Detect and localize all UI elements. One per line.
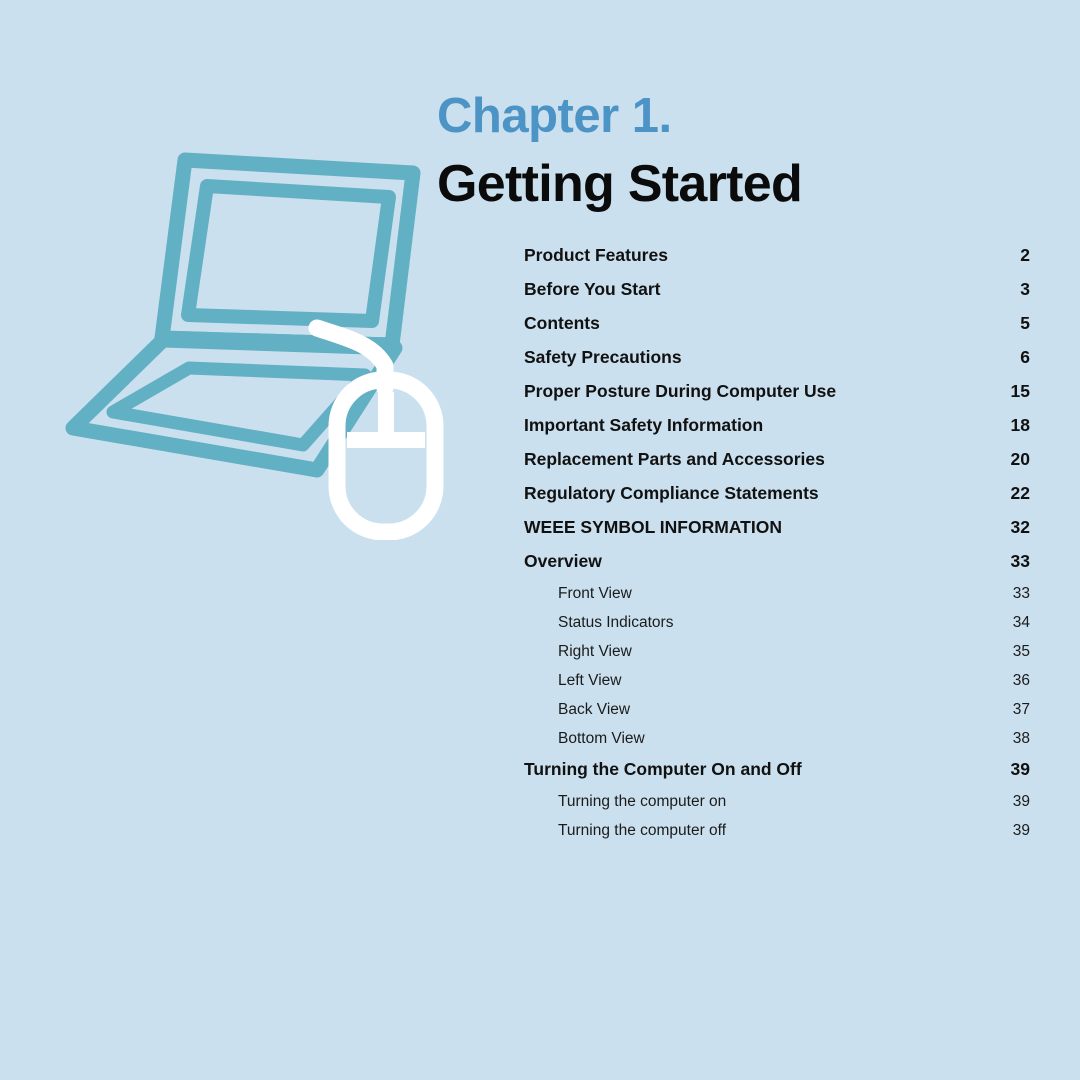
- toc-entry-page-number: 18: [1010, 415, 1030, 435]
- toc-entry-page-number: 36: [1012, 672, 1030, 689]
- toc-entry-label: Regulatory Compliance Statements: [524, 483, 819, 503]
- toc-entry-page-number: 15: [1010, 381, 1030, 401]
- toc-entry-page-number: 38: [1012, 730, 1030, 747]
- toc-entry[interactable]: Turning the Computer On and Off 39: [524, 759, 1030, 793]
- toc-entry-page-number: 39: [1010, 759, 1030, 779]
- toc-entry-page-number: 22: [1010, 483, 1030, 503]
- toc-entry-label: Overview: [524, 551, 602, 571]
- toc-entry[interactable]: Important Safety Information 18: [524, 415, 1030, 449]
- toc-entry-page-number: 5: [1020, 313, 1030, 333]
- toc-entry[interactable]: Back View 37: [524, 701, 1030, 730]
- toc-entry-label: Contents: [524, 313, 600, 333]
- toc-entry-page-number: 20: [1010, 449, 1030, 469]
- toc-entry[interactable]: Left View 36: [524, 672, 1030, 701]
- toc-entry-label: Before You Start: [524, 279, 661, 299]
- toc-entry-label: Important Safety Information: [524, 415, 764, 435]
- toc-entry-label: Bottom View: [558, 730, 645, 747]
- laptop-screen-bezel-icon: [181, 179, 396, 328]
- toc-entry-label: Turning the computer on: [558, 793, 727, 810]
- toc-entry-page-number: 34: [1012, 614, 1030, 631]
- laptop-lid-outer-icon: [154, 152, 421, 353]
- toc-entry-label: Left View: [558, 672, 622, 689]
- chapter-label: Chapter 1.: [437, 89, 672, 143]
- toc-entry[interactable]: Replacement Parts and Accessories 20: [524, 449, 1030, 483]
- toc-entry-page-number: 33: [1010, 551, 1030, 571]
- laptop-hinge-icon: [154, 330, 400, 353]
- laptop-base-outer-icon: [65, 332, 403, 478]
- table-of-contents: Product Features 2 Before You Start 3 Conten…: [524, 245, 1030, 851]
- toc-entry-page-number: 3: [1020, 279, 1030, 299]
- toc-entry[interactable]: Turning the computer off 39: [524, 822, 1030, 851]
- toc-entry-page-number: 35: [1012, 643, 1030, 660]
- toc-entry-page-number: 39: [1012, 793, 1030, 810]
- toc-entry-label: Replacement Parts and Accessories: [524, 449, 825, 469]
- toc-entry-page-number: 33: [1012, 585, 1030, 602]
- toc-entry-label: Turning the Computer On and Off: [524, 759, 802, 779]
- page-title: Getting Started: [437, 155, 803, 213]
- laptop-and-mouse-illustration: [55, 140, 475, 540]
- toc-entry[interactable]: Right View 35: [524, 643, 1030, 672]
- toc-entry-label: Right View: [558, 643, 632, 660]
- toc-entry[interactable]: Contents 5: [524, 313, 1030, 347]
- toc-entry-label: Safety Precautions: [524, 347, 682, 367]
- toc-entry[interactable]: Bottom View 38: [524, 730, 1030, 759]
- toc-entry-page-number: 32: [1010, 517, 1030, 537]
- toc-entry-page-number: 6: [1020, 347, 1030, 367]
- toc-entry-page-number: 39: [1012, 822, 1030, 839]
- toc-entry[interactable]: Before You Start 3: [524, 279, 1030, 313]
- toc-entry[interactable]: Turning the computer on 39: [524, 793, 1030, 822]
- toc-entry[interactable]: Status Indicators 34: [524, 614, 1030, 643]
- toc-entry[interactable]: Product Features 2: [524, 245, 1030, 279]
- toc-entry[interactable]: Front View 33: [524, 585, 1030, 614]
- toc-entry-page-number: 37: [1012, 701, 1030, 718]
- mouse-cable-icon: [308, 319, 394, 397]
- toc-entry-label: Back View: [558, 701, 631, 718]
- toc-entry-label: Front View: [558, 585, 632, 602]
- toc-entry-label: Turning the computer off: [558, 822, 727, 839]
- toc-entry-label: Status Indicators: [558, 614, 674, 631]
- toc-entry-page-number: 2: [1020, 245, 1030, 265]
- toc-entry[interactable]: Overview 33: [524, 551, 1030, 585]
- mouse-body-icon: [328, 371, 444, 540]
- laptop-keyboard-icon: [106, 361, 372, 452]
- toc-entry-label: WEEE SYMBOL INFORMATION: [524, 517, 782, 537]
- toc-entry[interactable]: Regulatory Compliance Statements 22: [524, 483, 1030, 517]
- toc-entry-label: Product Features: [524, 245, 668, 265]
- toc-entry-label: Proper Posture During Computer Use: [524, 381, 837, 401]
- chapter-cover-page: Chapter 1. Getting Started Product Featu…: [0, 0, 1080, 1080]
- toc-entry[interactable]: WEEE SYMBOL INFORMATION 32: [524, 517, 1030, 551]
- toc-entry[interactable]: Safety Precautions 6: [524, 347, 1030, 381]
- toc-entry[interactable]: Proper Posture During Computer Use 15: [524, 381, 1030, 415]
